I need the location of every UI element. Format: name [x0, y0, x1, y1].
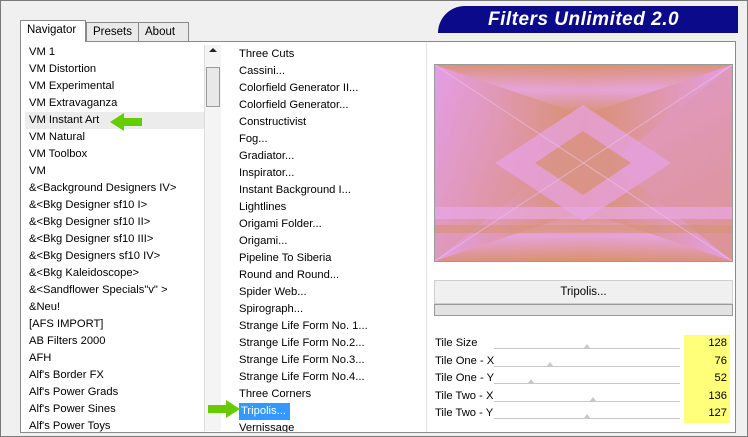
preview-image: [434, 64, 733, 262]
category-item[interactable]: Alf's Power Grads: [25, 384, 205, 401]
category-item[interactable]: [AFS IMPORT]: [25, 316, 205, 333]
filter-item[interactable]: Origami Folder...: [235, 216, 415, 233]
category-list[interactable]: VM 1 VM Distortion VM Experimental VM Extra…: [25, 44, 205, 432]
param-slider[interactable]: [494, 383, 680, 384]
param-row: Tile Two - X 136: [432, 387, 732, 405]
category-item[interactable]: &<Bkg Designer sf10 II>: [25, 214, 205, 231]
category-item[interactable]: Alf's Power Toys: [25, 418, 205, 432]
category-item[interactable]: &<Bkg Designer sf10 I>: [25, 197, 205, 214]
category-item[interactable]: AB Filters 2000: [25, 333, 205, 350]
param-slider[interactable]: [494, 365, 680, 367]
filter-item[interactable]: Strange Life Form No. 1...: [235, 318, 415, 335]
category-item[interactable]: VM Experimental: [25, 78, 205, 95]
param-value[interactable]: 128: [684, 335, 730, 353]
scroll-up-icon[interactable]: [209, 48, 217, 52]
param-value[interactable]: 76: [684, 352, 730, 370]
category-item[interactable]: Alf's Border FX: [25, 367, 205, 384]
category-item[interactable]: &Neu!: [25, 299, 205, 316]
param-slider[interactable]: [494, 348, 680, 349]
param-row: Tile Size 128: [432, 335, 732, 353]
filter-item[interactable]: Vernissage: [235, 420, 415, 432]
filter-item[interactable]: Origami...: [235, 233, 415, 250]
category-item[interactable]: &<Bkg Kaleidoscope>: [25, 265, 205, 282]
param-label: Tile Two - Y: [435, 407, 494, 419]
param-label: Tile Two - X: [435, 389, 494, 402]
param-row: Tile One - Y 52: [432, 370, 732, 388]
filter-item[interactable]: Spider Web...: [235, 284, 415, 301]
filter-item[interactable]: Three Corners: [235, 386, 415, 403]
filter-item[interactable]: Colorfield Generator...: [235, 97, 415, 114]
green-arrow-icon: [110, 113, 142, 131]
filter-item[interactable]: Strange Life Form No.3...: [235, 352, 415, 369]
filter-item[interactable]: Inspirator...: [235, 165, 415, 182]
param-slider[interactable]: [494, 400, 680, 402]
category-item[interactable]: VM Distortion: [25, 61, 205, 78]
filter-item[interactable]: Spirograph...: [235, 301, 415, 318]
param-label: Tile Size: [435, 337, 478, 349]
tab-navigator[interactable]: Navigator: [20, 20, 86, 42]
param-value[interactable]: 127: [684, 405, 730, 423]
category-item[interactable]: VM Extravaganza: [25, 95, 205, 112]
app-title: Filters Unlimited 2.0: [488, 9, 680, 30]
filter-item[interactable]: Cassini...: [235, 63, 415, 80]
filter-item-selected[interactable]: Tripolis...: [239, 403, 290, 420]
filter-item[interactable]: Pipeline To Siberia: [235, 250, 415, 267]
category-item[interactable]: VM 1: [25, 44, 205, 61]
parameter-list: Tile Size 128 Tile One - X 76 Tile One - Y 52…: [432, 335, 732, 423]
category-item[interactable]: &<Bkg Designer sf10 III>: [25, 231, 205, 248]
filter-item[interactable]: Tripolis...: [235, 403, 415, 420]
param-row: Tile One - X 76: [432, 352, 732, 370]
category-item[interactable]: &<Background Designers IV>: [25, 180, 205, 197]
param-value[interactable]: 136: [684, 387, 730, 405]
param-label: Tile One - Y: [435, 372, 495, 384]
category-item[interactable]: AFH: [25, 350, 205, 367]
category-item[interactable]: VM Toolbox: [25, 146, 205, 163]
slider-thumb[interactable]: [589, 396, 596, 401]
param-label: Tile One - X: [435, 354, 495, 367]
filter-item[interactable]: Constructivist: [235, 114, 415, 131]
filter-item[interactable]: Round and Round...: [235, 267, 415, 284]
slider-thumb[interactable]: [546, 361, 553, 366]
category-scrollbar[interactable]: [204, 45, 221, 431]
progress-bar: [434, 304, 733, 316]
filter-item[interactable]: Instant Background I...: [235, 182, 415, 199]
category-item[interactable]: Alf's Power Sines: [25, 401, 205, 418]
filter-item[interactable]: Colorfield Generator II...: [235, 80, 415, 97]
param-slider[interactable]: [494, 418, 680, 419]
slider-thumb[interactable]: [528, 379, 535, 383]
category-item[interactable]: VM: [25, 163, 205, 180]
filter-name-button[interactable]: Tripolis...: [434, 280, 733, 304]
preview-pattern: [435, 65, 732, 261]
category-item[interactable]: &<Bkg Designers sf10 IV>: [25, 248, 205, 265]
tab-presets[interactable]: Presets: [86, 22, 139, 41]
filter-list[interactable]: Three Cuts Cassini... Colorfield Generator…: [235, 46, 415, 432]
filter-item[interactable]: Three Cuts: [235, 46, 415, 63]
slider-thumb[interactable]: [584, 344, 590, 348]
tab-about[interactable]: About: [138, 22, 189, 41]
navigator-panel: VM 1 VM Distortion VM Experimental VM Extra…: [20, 41, 736, 433]
divider: [426, 42, 427, 432]
filter-item[interactable]: Lightlines: [235, 199, 415, 216]
param-row: Tile Two - Y 127: [432, 405, 732, 423]
slider-thumb[interactable]: [584, 414, 590, 418]
filter-item[interactable]: Strange Life Form No.4...: [235, 369, 415, 386]
filter-item[interactable]: Fog...: [235, 131, 415, 148]
category-item[interactable]: &<Sandflower Specials"v" >: [25, 282, 205, 299]
green-arrow-icon: [208, 400, 240, 418]
filter-item[interactable]: Strange Life Form No.2...: [235, 335, 415, 352]
param-value[interactable]: 52: [684, 370, 730, 388]
scroll-thumb[interactable]: [206, 67, 220, 107]
filter-item[interactable]: Gradiator...: [235, 148, 415, 165]
